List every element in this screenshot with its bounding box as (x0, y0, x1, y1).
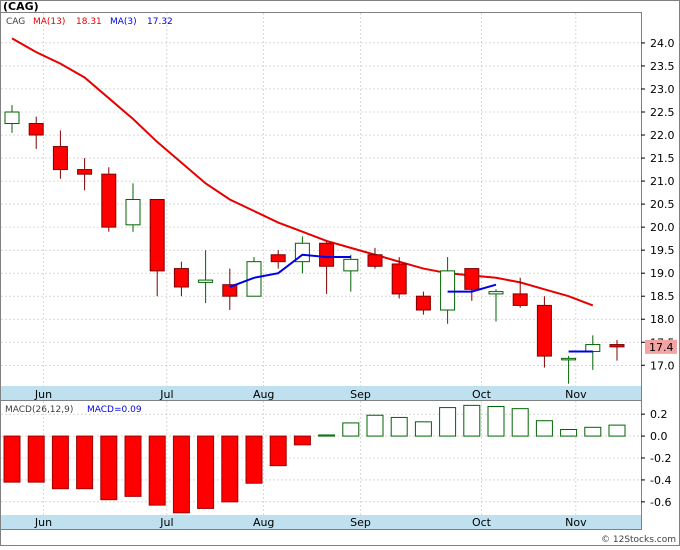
price-tick-label: 20.5 (650, 198, 675, 211)
candle-up (440, 270, 456, 311)
chart-canvas: 24.0 23.5 23.0 22.5 22.0 21.5 21.0 20.5 20.0 19.5… (0, 0, 680, 546)
candle-down (270, 254, 286, 263)
candle-down (391, 263, 407, 295)
price-legend-symbol: CAG (6, 17, 25, 27)
macd-month-label: Sep (350, 516, 371, 529)
macd-bar-positive (487, 405, 505, 437)
macd-bar-positive (463, 404, 481, 437)
macd-tick-label: 0.2 (650, 408, 668, 421)
price-tick-label: 22.0 (650, 129, 675, 142)
candle-down (415, 295, 431, 311)
candle-down (28, 123, 44, 136)
price-tick-label: 23.5 (650, 60, 675, 73)
candle-up (343, 258, 359, 272)
candle-up (561, 357, 577, 361)
price-month-label: Nov (565, 388, 587, 401)
candle-down (536, 304, 552, 357)
candle-up (4, 111, 20, 125)
chart-title: (CAG) (3, 0, 39, 13)
macd-bar-positive (390, 416, 408, 437)
candle-down (173, 268, 189, 288)
price-tick-label: 23.0 (650, 83, 675, 96)
macd-month-label: Oct (472, 516, 492, 529)
macd-bar-positive (342, 422, 360, 437)
price-tick-label: 18.5 (650, 290, 675, 303)
price-tick-label: 22.5 (650, 106, 675, 119)
macd-bar-negative (3, 435, 21, 483)
macd-bar-negative (172, 435, 190, 514)
candle-down (512, 293, 528, 306)
macd-bar-negative (27, 435, 45, 483)
price-legend-ma13-value: 18.31 (76, 17, 102, 27)
price-tick-label: 21.5 (650, 152, 675, 165)
price-tick-label: 24.0 (650, 37, 675, 50)
candle-down (149, 199, 165, 272)
macd-bar-negative (221, 435, 239, 503)
price-tick-label: 19.0 (650, 267, 675, 280)
macd-tick-label: -0.4 (650, 474, 671, 487)
candle-up (585, 344, 601, 352)
macd-bar-negative (51, 435, 69, 490)
watermark: © 12Stocks.com (601, 535, 676, 545)
candle-down (319, 242, 335, 267)
candle-up (198, 279, 214, 283)
price-tick-label: 18.0 (650, 313, 675, 326)
macd-month-label: Aug (253, 516, 274, 529)
macd-legend-label: MACD(26,12,9) (5, 405, 73, 415)
price-tick-label: 20.0 (650, 221, 675, 234)
macd-tick-label: -0.6 (650, 496, 671, 509)
macd-bar-negative (76, 435, 94, 490)
price-month-label: Oct (472, 388, 492, 401)
last-price-label: 17.4 (649, 341, 674, 354)
macd-bar-negative (269, 435, 287, 467)
macd-bar-positive (511, 408, 529, 437)
price-tick-label: 17.0 (650, 359, 675, 372)
macd-bar-negative (124, 435, 142, 497)
macd-panel-frame (0, 400, 642, 530)
candle-down (52, 146, 68, 171)
macd-bar-positive (584, 426, 602, 437)
stock-chart: 24.0 23.5 23.0 22.5 22.0 21.5 21.0 20.5 20.0 19.5… (0, 0, 680, 546)
price-month-label: Aug (253, 388, 274, 401)
price-legend-ma3-value: 17.32 (147, 17, 173, 27)
macd-month-label: Nov (565, 516, 587, 529)
macd-bar-positive (535, 420, 553, 437)
macd-bar-positive (560, 429, 578, 437)
macd-legend-value: MACD=0.09 (87, 405, 142, 415)
macd-bar-positive (366, 414, 384, 437)
candle-down (367, 254, 383, 267)
candle-up (125, 199, 141, 226)
price-legend-ma13-label: MA(13) (33, 17, 65, 27)
price-legend-ma3-label: MA(3) (110, 17, 137, 27)
macd-month-label: Jul (159, 516, 173, 529)
price-tick-label: 19.5 (650, 244, 675, 257)
candle-up (488, 291, 504, 295)
macd-bar-positive (608, 424, 626, 437)
macd-bar-positive (414, 421, 432, 437)
price-month-label: Sep (350, 388, 371, 401)
macd-bar-negative (100, 435, 118, 501)
macd-tick-label: -0.2 (650, 452, 671, 465)
macd-bar-negative (293, 435, 311, 446)
price-tick-label: 21.0 (650, 175, 675, 188)
candle-down (609, 344, 625, 348)
candle-down (464, 268, 480, 290)
price-month-label: Jul (159, 388, 173, 401)
macd-bar-negative (245, 435, 263, 484)
macd-month-axis-band (1, 515, 641, 529)
macd-bar-negative (197, 435, 215, 509)
price-month-label: Jun (34, 388, 52, 401)
macd-tick-label: 0.0 (650, 430, 668, 443)
macd-month-label: Jun (34, 516, 52, 529)
candle-down (101, 173, 117, 228)
macd-bar-negative (148, 435, 166, 506)
macd-bar-positive (439, 407, 457, 437)
candle-down (77, 169, 93, 175)
macd-bar-positive (318, 434, 336, 437)
price-month-axis-band (1, 386, 641, 400)
